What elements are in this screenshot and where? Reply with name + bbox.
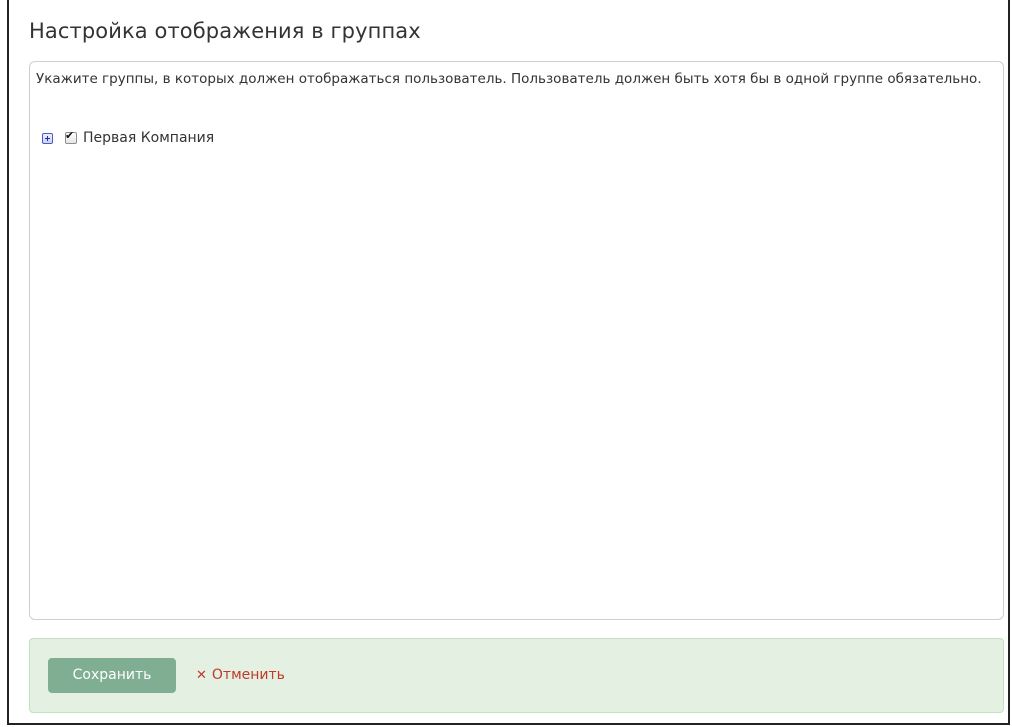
close-icon: ✕ — [196, 667, 207, 683]
expand-plus-icon[interactable] — [42, 132, 53, 144]
save-button[interactable]: Сохранить — [48, 658, 176, 693]
checkmark-icon: ✔ — [65, 129, 75, 142]
dialog-window: Настройка отображения в группах Укажите … — [7, 0, 1010, 725]
instructions-text: Укажите группы, в которых должен отображ… — [36, 71, 982, 87]
tree-item-first-company: ✔ Первая Компания — [42, 129, 214, 147]
action-footer: Сохранить ✕ Отменить — [29, 638, 1004, 713]
group-checkbox[interactable]: ✔ — [65, 129, 77, 144]
tree-item-label[interactable]: Первая Компания — [83, 130, 214, 146]
cancel-label: Отменить — [211, 667, 285, 683]
groups-panel: Укажите группы, в которых должен отображ… — [29, 61, 1004, 620]
cancel-button[interactable]: ✕ Отменить — [196, 667, 285, 683]
dialog-title: Настройка отображения в группах — [29, 19, 421, 43]
